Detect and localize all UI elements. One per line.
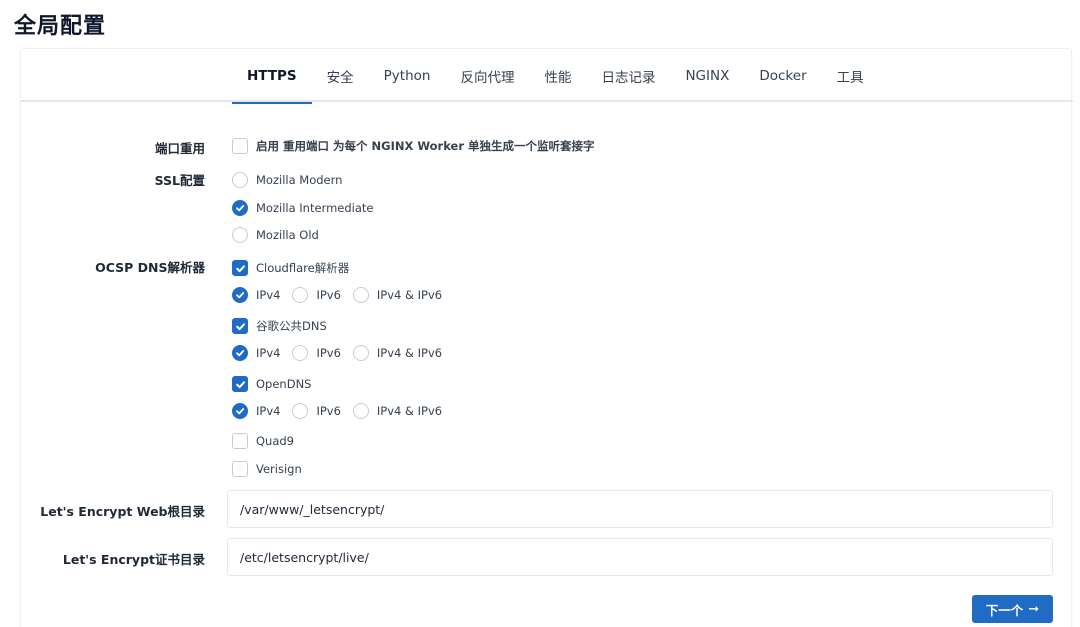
tab-python[interactable]: Python <box>369 49 446 102</box>
cloudflare-ipv4-radio[interactable] <box>232 287 248 303</box>
ssl-modern-radio[interactable] <box>232 172 248 188</box>
google-ipv6-radio[interactable] <box>292 345 309 361</box>
cloudflare-ipv4-ipv6-label: IPv4 & IPv6 <box>376 288 443 302</box>
opendns-ipv6-radio[interactable] <box>292 403 309 419</box>
ssl-old-radio[interactable] <box>232 227 248 243</box>
reuseport-label: 端口重用 <box>154 141 205 156</box>
tab-logging[interactable]: 日志记录 <box>586 49 670 102</box>
check-icon <box>235 264 245 272</box>
ssl-option-modern[interactable]: Mozilla Modern <box>232 172 354 188</box>
opendns-ipv4-ipv6-option[interactable]: IPv4 & IPv6 <box>352 403 443 419</box>
cloudflare-ipv4-label: IPv4 <box>256 288 281 302</box>
google-ipv4-ipv6-option[interactable]: IPv4 & IPv6 <box>352 345 443 361</box>
google-ipv6-option[interactable]: IPv6 <box>292 345 341 361</box>
ssl-profile-label: SSL配置 <box>154 173 205 188</box>
check-icon <box>235 322 245 330</box>
opendns-ipv4-option[interactable]: IPv4 <box>232 403 280 419</box>
ssl-option-intermediate[interactable]: Mozilla Intermediate <box>232 200 385 216</box>
reuseport-checkbox[interactable] <box>232 138 248 154</box>
opendns-ipv6-label: IPv6 <box>316 404 341 418</box>
google-ipv4-radio[interactable] <box>232 345 248 361</box>
tab-docker[interactable]: Docker <box>744 49 821 102</box>
next-button-label: 下一个 <box>985 602 1024 618</box>
verisign-label: Verisign <box>256 462 302 476</box>
quad9-checkbox[interactable] <box>232 433 248 449</box>
tab-tools[interactable]: 工具 <box>822 49 879 102</box>
opendns-ipv4-label: IPv4 <box>256 404 281 418</box>
reuseport-checkbox-option[interactable]: 启用 重用端口 为每个 NGINX Worker 单独生成一个监听套接字 <box>232 138 595 154</box>
resolver-google[interactable]: 谷歌公共DNS <box>232 318 339 334</box>
opendns-ipv4-ipv6-label: IPv4 & IPv6 <box>376 404 443 418</box>
tab-reverse-proxy[interactable]: 反向代理 <box>445 49 529 102</box>
le-certdir-input[interactable] <box>227 538 1053 576</box>
cloudflare-ipv4-option[interactable]: IPv4 <box>232 287 280 303</box>
tab-bar: HTTPS 安全 Python 反向代理 性能 日志记录 NGINX Docke… <box>21 49 1073 104</box>
tab-performance[interactable]: 性能 <box>529 49 586 102</box>
cloudflare-label: Cloudflare解析器 <box>256 261 350 275</box>
ssl-intermediate-radio[interactable] <box>232 200 248 216</box>
verisign-checkbox[interactable] <box>232 461 248 477</box>
google-ip-options: IPv4 IPv6 IPv4 & IPv6 <box>232 345 454 361</box>
google-checkbox[interactable] <box>232 318 248 334</box>
google-ipv4-label: IPv4 <box>256 346 281 360</box>
opendns-ipv6-option[interactable]: IPv6 <box>292 403 341 419</box>
google-ipv4-ipv6-radio[interactable] <box>352 345 369 361</box>
ssl-option-old[interactable]: Mozilla Old <box>232 227 331 243</box>
le-webroot-input[interactable] <box>227 490 1053 528</box>
cloudflare-ipv6-option[interactable]: IPv6 <box>292 287 341 303</box>
check-icon <box>236 292 245 299</box>
resolver-cloudflare[interactable]: Cloudflare解析器 <box>232 260 361 276</box>
ssl-modern-label: Mozilla Modern <box>256 173 343 187</box>
google-ipv6-label: IPv6 <box>316 346 341 360</box>
ssl-old-label: Mozilla Old <box>256 228 319 242</box>
resolver-quad9[interactable]: Quad9 <box>232 433 306 449</box>
tab-security[interactable]: 安全 <box>312 49 369 102</box>
cloudflare-ipv4-ipv6-radio[interactable] <box>352 287 369 303</box>
config-card: HTTPS 安全 Python 反向代理 性能 日志记录 NGINX Docke… <box>20 48 1073 627</box>
google-ipv4-ipv6-label: IPv4 & IPv6 <box>376 346 443 360</box>
tab-https[interactable]: HTTPS <box>232 49 312 104</box>
tab-list: HTTPS 安全 Python 反向代理 性能 日志记录 NGINX Docke… <box>232 49 879 104</box>
opendns-ip-options: IPv4 IPv6 IPv4 & IPv6 <box>232 403 454 419</box>
ocsp-resolvers-label: OCSP DNS解析器 <box>95 260 205 275</box>
reuseport-checkbox-label: 启用 重用端口 为每个 NGINX Worker 单独生成一个监听套接字 <box>256 139 595 153</box>
tab-nginx[interactable]: NGINX <box>670 49 744 102</box>
google-label: 谷歌公共DNS <box>256 319 327 333</box>
cloudflare-ip-options: IPv4 IPv6 IPv4 & IPv6 <box>232 287 454 303</box>
le-webroot-label: Let's Encrypt Web根目录 <box>40 504 205 519</box>
cloudflare-ipv4-ipv6-option[interactable]: IPv4 & IPv6 <box>352 287 443 303</box>
quad9-label: Quad9 <box>256 434 295 448</box>
cloudflare-ipv6-radio[interactable] <box>292 287 309 303</box>
resolver-verisign[interactable]: Verisign <box>232 461 314 477</box>
opendns-ipv4-ipv6-radio[interactable] <box>352 403 369 419</box>
cloudflare-checkbox[interactable] <box>232 260 248 276</box>
check-icon <box>235 380 245 388</box>
check-icon <box>236 205 245 212</box>
page-title: 全局配置 <box>14 14 107 39</box>
cloudflare-ipv6-label: IPv6 <box>316 288 341 302</box>
opendns-ipv4-radio[interactable] <box>232 403 248 419</box>
arrow-right-icon: ➞ <box>1028 601 1040 617</box>
google-ipv4-option[interactable]: IPv4 <box>232 345 280 361</box>
reuseport-row: 启用 重用端口 为每个 NGINX Worker 单独生成一个监听套接字 <box>232 138 607 154</box>
opendns-checkbox[interactable] <box>232 376 248 392</box>
opendns-label: OpenDNS <box>256 377 312 391</box>
ssl-intermediate-label: Mozilla Intermediate <box>256 201 374 215</box>
resolver-opendns[interactable]: OpenDNS <box>232 376 323 392</box>
next-button[interactable]: 下一个 ➞ <box>972 595 1053 623</box>
check-icon <box>236 408 245 415</box>
le-certdir-label: Let's Encrypt证书目录 <box>62 552 205 567</box>
check-icon <box>236 350 245 357</box>
